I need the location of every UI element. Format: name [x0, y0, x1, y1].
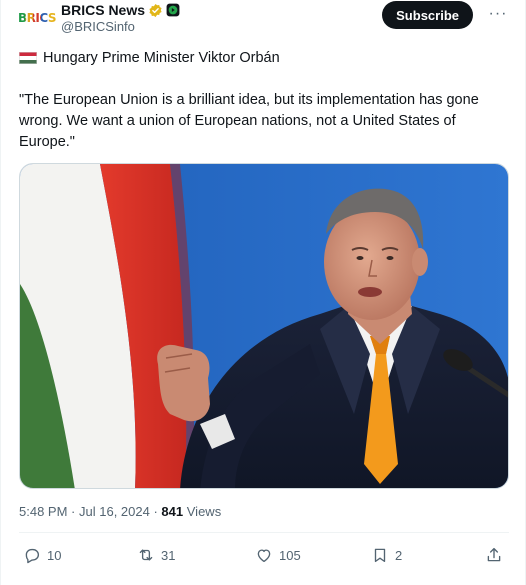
- like-count: 105: [279, 547, 301, 563]
- bookmark-button[interactable]: 2: [371, 544, 402, 566]
- tweet-time[interactable]: 5:48 PM: [19, 504, 67, 519]
- orban-speaking-photo: [20, 164, 508, 488]
- views-label: Views: [186, 504, 222, 519]
- tweet-photo[interactable]: [19, 163, 509, 489]
- share-button[interactable]: [485, 544, 503, 566]
- author-name-row[interactable]: BRICS News: [61, 2, 180, 18]
- author-name[interactable]: BRICS News: [61, 2, 145, 18]
- avatar-logo-text: BRICS: [17, 11, 57, 25]
- gold-verified-icon: [149, 3, 162, 17]
- avatar[interactable]: BRICS: [17, 6, 57, 30]
- subscribe-button[interactable]: Subscribe: [382, 1, 473, 29]
- share-icon: [487, 547, 501, 562]
- author-handle[interactable]: @BRICSinfo: [61, 19, 135, 34]
- repost-button[interactable]: 31: [137, 544, 175, 566]
- tweet-actions: 10 31 105 2: [19, 540, 507, 570]
- green-affiliate-icon: [166, 3, 180, 17]
- reply-icon: [25, 548, 40, 564]
- bookmark-icon: [374, 548, 386, 563]
- views-count: 841: [161, 504, 184, 519]
- like-button[interactable]: 105: [255, 544, 301, 566]
- tweet-header: BRICS BRICS News @BRICSinfo Subscribe ··…: [17, 0, 511, 40]
- like-icon: [257, 549, 271, 563]
- hungary-flag-icon: [19, 52, 37, 64]
- reply-count: 10: [47, 547, 62, 563]
- repost-count: 31: [161, 547, 176, 563]
- reply-button[interactable]: 10: [23, 544, 61, 566]
- tweet-meta: 5:48 PM · Jul 16, 2024 · 841 Views: [19, 504, 221, 519]
- tweet-card: BRICS BRICS News @BRICSinfo Subscribe ··…: [0, 0, 526, 585]
- divider: [19, 532, 509, 533]
- tweet-headline: Hungary Prime Minister Viktor Orbán: [19, 50, 280, 66]
- tweet-text: "The European Union is a brilliant idea,…: [19, 92, 479, 150]
- meta-separator: ·: [71, 504, 79, 519]
- tweet-date[interactable]: Jul 16, 2024: [79, 504, 150, 519]
- bookmark-count: 2: [395, 547, 403, 563]
- repost-icon: [139, 549, 153, 561]
- more-options-icon[interactable]: ···: [487, 4, 509, 24]
- headline-text: Hungary Prime Minister Viktor Orbán: [43, 50, 280, 66]
